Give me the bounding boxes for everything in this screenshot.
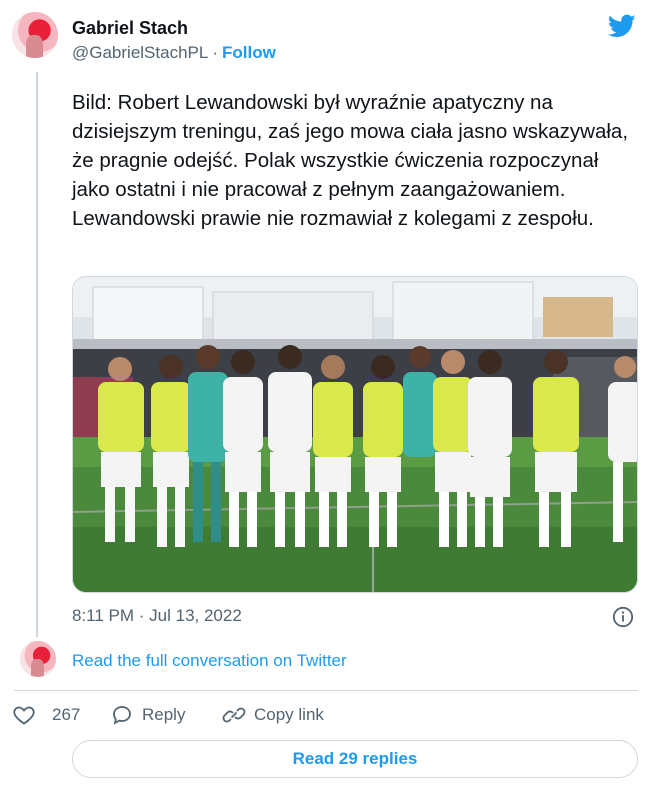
tweet-card: Gabriel Stach @GabrielStachPL · Follow Bil… (0, 0, 660, 786)
separator: · (212, 43, 218, 62)
tweet-timestamp[interactable]: 8:11 PM · Jul 13, 2022 (72, 606, 242, 626)
tweet-photo[interactable] (72, 276, 638, 593)
follow-button[interactable]: Follow (222, 43, 276, 62)
read-replies-button[interactable]: Read 29 replies (72, 740, 638, 778)
reader-avatar[interactable] (20, 641, 56, 677)
divider (14, 690, 638, 691)
read-full-conversation-link[interactable]: Read the full conversation on Twitter (72, 651, 347, 671)
author-handle[interactable]: @GabrielStachPL (72, 43, 208, 62)
author-name[interactable]: Gabriel Stach (72, 18, 188, 39)
twitter-bird-icon[interactable] (606, 12, 638, 40)
heart-icon (13, 706, 35, 725)
copy-link-button[interactable]: Copy link (222, 703, 324, 727)
reply-button[interactable]: Reply (110, 703, 185, 727)
tweet-text: Bild: Robert Lewandowski był wyraźnie ap… (72, 91, 629, 230)
link-icon (222, 707, 246, 723)
training-photo (73, 277, 637, 592)
thread-line (36, 72, 38, 637)
author-avatar[interactable] (12, 12, 58, 58)
reply-label: Reply (142, 705, 186, 724)
like-count: 267 (52, 705, 81, 724)
copy-link-label: Copy link (254, 705, 324, 724)
info-icon[interactable] (612, 606, 634, 628)
like-button[interactable]: 267 (12, 703, 80, 727)
author-handle-row: @GabrielStachPL · Follow (72, 43, 276, 63)
reply-bubble-icon (113, 706, 131, 725)
